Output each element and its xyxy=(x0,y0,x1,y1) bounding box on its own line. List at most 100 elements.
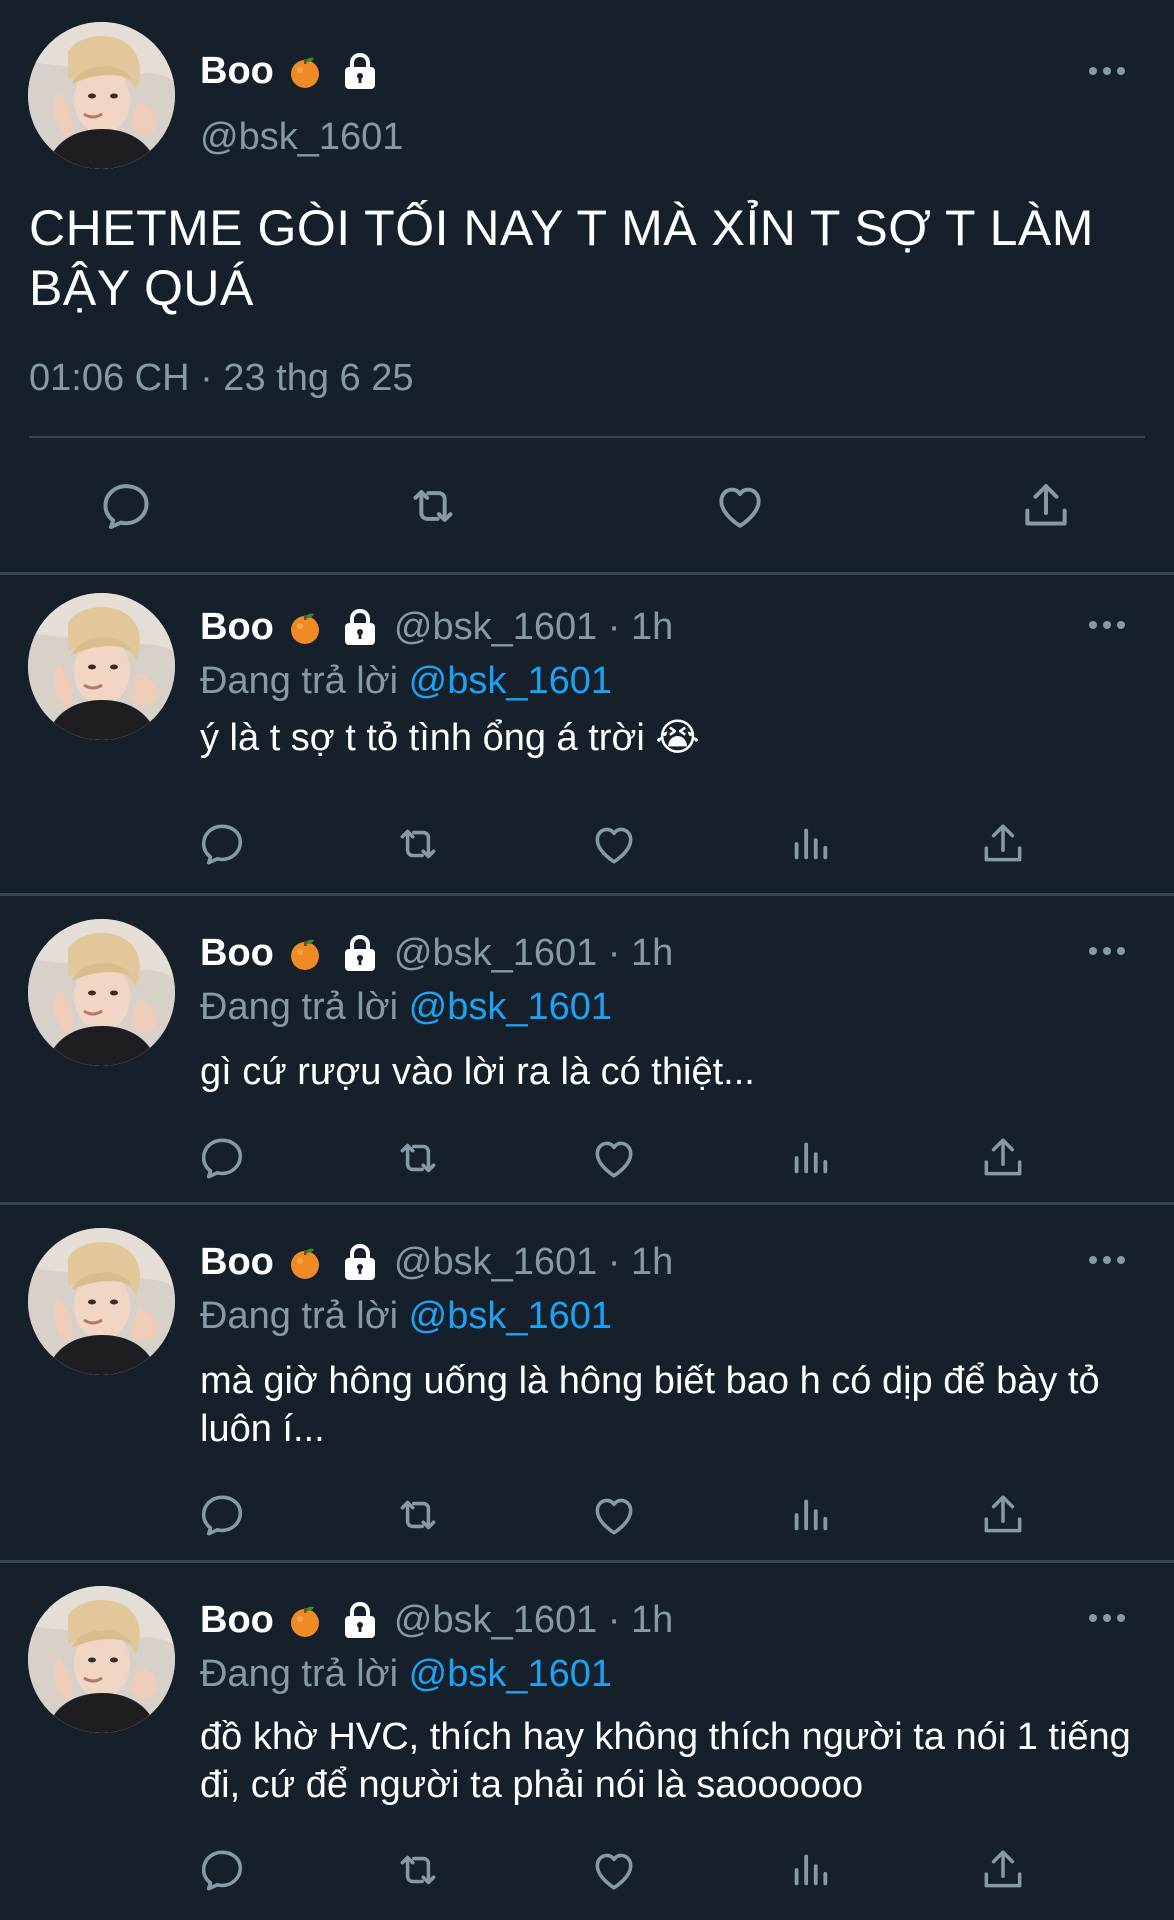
reply-icon xyxy=(197,1845,247,1895)
lock-icon xyxy=(340,935,380,973)
retweet-button[interactable] xyxy=(392,1844,444,1896)
more-icon[interactable] xyxy=(1088,620,1126,630)
replying-prefix: Đang trả lời xyxy=(200,1653,409,1695)
analytics-icon xyxy=(787,1492,833,1538)
like-button[interactable] xyxy=(588,1844,640,1896)
lock-icon xyxy=(340,53,380,91)
replying-to: Đang trả lời @bsk_1601 xyxy=(200,986,612,1029)
avatar[interactable] xyxy=(28,919,175,1066)
reply-author[interactable]: Boo @bsk_1601 · 1h xyxy=(200,1599,673,1642)
display-name[interactable]: Boo xyxy=(200,606,274,649)
orange-emoji-icon xyxy=(288,611,322,645)
retweet-icon xyxy=(393,1845,443,1895)
handle-time[interactable]: @bsk_1601 · 1h xyxy=(394,932,673,975)
retweet-button[interactable] xyxy=(392,1132,444,1184)
mention-link[interactable]: @bsk_1601 xyxy=(409,1295,612,1337)
mention-link[interactable]: @bsk_1601 xyxy=(409,660,612,702)
reply-author[interactable]: Boo @bsk_1601 · 1h xyxy=(200,1241,673,1284)
reply-button[interactable] xyxy=(196,818,248,870)
retweet-button[interactable] xyxy=(392,818,444,870)
mention-link[interactable]: @bsk_1601 xyxy=(409,1653,612,1695)
handle[interactable]: @bsk_1601 xyxy=(200,116,403,159)
share-button[interactable] xyxy=(977,1844,1029,1896)
divider xyxy=(29,436,1145,438)
retweet-button[interactable] xyxy=(403,476,463,536)
handle-time[interactable]: @bsk_1601 · 1h xyxy=(394,1241,673,1284)
more-icon[interactable] xyxy=(1088,66,1126,76)
lock-icon xyxy=(340,609,380,647)
reply-button[interactable] xyxy=(196,1132,248,1184)
share-icon xyxy=(978,1845,1028,1895)
reply-icon xyxy=(197,1133,247,1183)
replying-prefix: Đang trả lời xyxy=(200,986,409,1028)
retweet-icon xyxy=(393,819,443,869)
reply-button[interactable] xyxy=(196,1489,248,1541)
display-name[interactable]: Boo xyxy=(200,50,274,93)
analytics-button[interactable] xyxy=(784,1132,836,1184)
analytics-button[interactable] xyxy=(784,1489,836,1541)
reply-tweet[interactable]: Boo @bsk_1601 · 1h Đang trả lời @bsk_160… xyxy=(0,1563,1174,1920)
share-button[interactable] xyxy=(977,1489,1029,1541)
more-icon[interactable] xyxy=(1088,946,1126,956)
replying-prefix: Đang trả lời xyxy=(200,1295,409,1337)
share-button[interactable] xyxy=(977,1132,1029,1184)
like-icon xyxy=(589,1845,639,1895)
like-button[interactable] xyxy=(588,1132,640,1184)
mention-link[interactable]: @bsk_1601 xyxy=(409,986,612,1028)
share-button[interactable] xyxy=(1016,476,1076,536)
handle-time[interactable]: @bsk_1601 · 1h xyxy=(394,606,673,649)
like-icon xyxy=(589,819,639,869)
like-button[interactable] xyxy=(710,476,770,536)
tweet-text: mà giờ hông uống là hông biết bao h có d… xyxy=(200,1360,1100,1450)
avatar[interactable] xyxy=(28,1586,175,1733)
timestamp[interactable]: 01:06 CH · 23 thg 6 25 xyxy=(29,357,413,400)
avatar[interactable] xyxy=(28,593,175,740)
reply-tweet[interactable]: Boo @bsk_1601 · 1h Đang trả lời @bsk_160… xyxy=(0,578,1174,896)
analytics-button[interactable] xyxy=(784,1844,836,1896)
lock-icon xyxy=(340,1602,380,1640)
orange-emoji-icon xyxy=(288,937,322,971)
main-tweet-author[interactable]: Boo xyxy=(200,50,380,93)
more-icon[interactable] xyxy=(1088,1613,1126,1623)
orange-emoji-icon xyxy=(288,55,322,89)
more-icon[interactable] xyxy=(1088,1255,1126,1265)
share-icon xyxy=(1018,478,1074,534)
like-icon xyxy=(589,1133,639,1183)
tweet-text: ý là t sợ t tỏ tình ổng á trời 😭 xyxy=(200,717,700,759)
display-name[interactable]: Boo xyxy=(200,932,274,975)
reply-author[interactable]: Boo @bsk_1601 · 1h xyxy=(200,932,673,975)
reply-tweet[interactable]: Boo @bsk_1601 · 1h Đang trả lời @bsk_160… xyxy=(0,1205,1174,1563)
like-button[interactable] xyxy=(588,818,640,870)
replying-to: Đang trả lời @bsk_1601 xyxy=(200,1653,612,1696)
analytics-button[interactable] xyxy=(784,818,836,870)
reply-button[interactable] xyxy=(196,1844,248,1896)
avatar[interactable] xyxy=(28,1228,175,1375)
replying-to: Đang trả lời @bsk_1601 xyxy=(200,660,612,703)
display-name[interactable]: Boo xyxy=(200,1241,274,1284)
analytics-icon xyxy=(787,1135,833,1181)
orange-emoji-icon xyxy=(288,1604,322,1638)
display-name[interactable]: Boo xyxy=(200,1599,274,1642)
retweet-button[interactable] xyxy=(392,1489,444,1541)
share-icon xyxy=(978,819,1028,869)
lock-icon xyxy=(340,1244,380,1282)
like-button[interactable] xyxy=(588,1489,640,1541)
reply-button[interactable] xyxy=(96,476,156,536)
retweet-icon xyxy=(393,1133,443,1183)
reply-icon xyxy=(98,478,154,534)
handle-time[interactable]: @bsk_1601 · 1h xyxy=(394,1599,673,1642)
share-icon xyxy=(978,1133,1028,1183)
reply-tweet[interactable]: Boo @bsk_1601 · 1h Đang trả lời @bsk_160… xyxy=(0,896,1174,1205)
analytics-icon xyxy=(787,1847,833,1893)
main-tweet[interactable]: Boo @bsk_1601 CHETME GÒI TỐI NAY T MÀ XỈ… xyxy=(0,0,1174,575)
reply-icon xyxy=(197,819,247,869)
share-button[interactable] xyxy=(977,818,1029,870)
reply-icon xyxy=(197,1490,247,1540)
avatar[interactable] xyxy=(28,22,175,169)
reply-author[interactable]: Boo @bsk_1601 · 1h xyxy=(200,606,673,649)
like-icon xyxy=(589,1490,639,1540)
tweet-text: gì cứ rượu vào lời ra là có thiệt... xyxy=(200,1051,755,1093)
tweet-text: CHETME GÒI TỐI NAY T MÀ XỈN T SỢ T LÀM B… xyxy=(29,200,1094,316)
orange-emoji-icon xyxy=(288,1246,322,1280)
retweet-icon xyxy=(393,1490,443,1540)
